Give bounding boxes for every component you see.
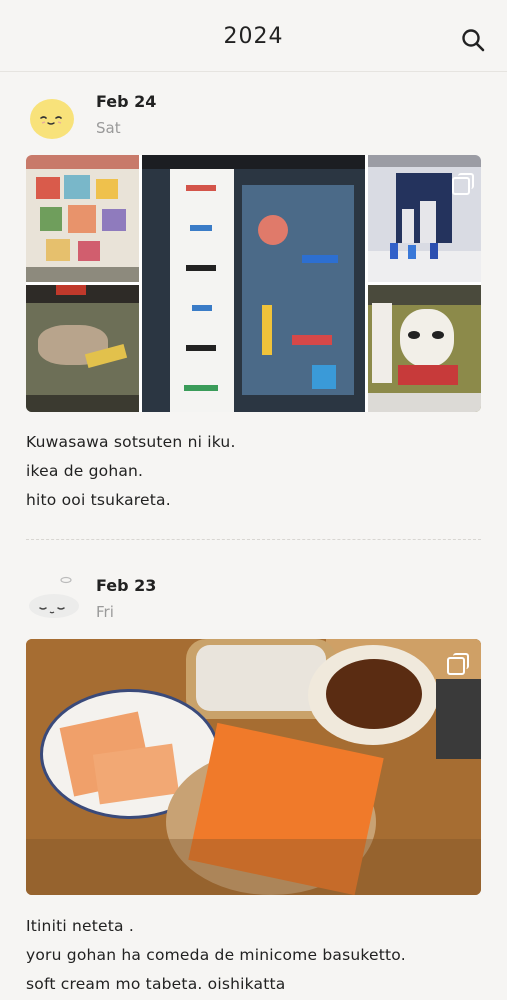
entry-weekday: Fri — [96, 603, 114, 621]
entry-text: Itiniti neteta . yoru gohan ha comeda de… — [26, 912, 406, 999]
entry-date: Feb 23 — [96, 576, 157, 595]
app-header: 2024 — [0, 0, 507, 72]
entry-date: Feb 24 — [96, 92, 157, 111]
entry-weekday: Sat — [96, 119, 121, 137]
entry-text: Kuwasawa sotsuten ni iku. ikea de gohan.… — [26, 428, 236, 515]
photo-thumbnail[interactable] — [26, 285, 139, 412]
entry-text-line: Itiniti neteta . — [26, 917, 134, 935]
diary-entry[interactable]: Feb 23 Fri Itiniti neteta . yoru gohan h… — [0, 572, 507, 1000]
entry-text-line: ikea de gohan. — [26, 462, 144, 480]
photo-thumbnail[interactable] — [142, 155, 365, 412]
multiple-photos-icon — [452, 173, 474, 195]
entry-text-line: soft cream mo tabeta. oishikatta — [26, 975, 286, 993]
year-title: 2024 — [223, 24, 284, 49]
entry-text-line: yoru gohan ha comeda de minicome basuket… — [26, 946, 406, 964]
diary-entry[interactable]: Feb 24 Sat Kuwasawa sotsuten ni iku. ike… — [0, 88, 507, 528]
photo-thumbnail[interactable] — [26, 155, 139, 282]
photo-thumbnail[interactable] — [368, 155, 481, 282]
entry-divider — [26, 539, 481, 540]
entry-text-line: Kuwasawa sotsuten ni iku. — [26, 433, 236, 451]
avatar — [30, 99, 74, 139]
photo-thumbnail[interactable] — [26, 639, 481, 895]
photo-collage[interactable] — [26, 155, 481, 412]
photo-thumbnail[interactable] — [368, 285, 481, 412]
multiple-photos-icon — [447, 653, 469, 675]
avatar — [29, 576, 79, 618]
entry-text-line: hito ooi tsukareta. — [26, 491, 171, 509]
search-icon[interactable] — [461, 28, 485, 52]
